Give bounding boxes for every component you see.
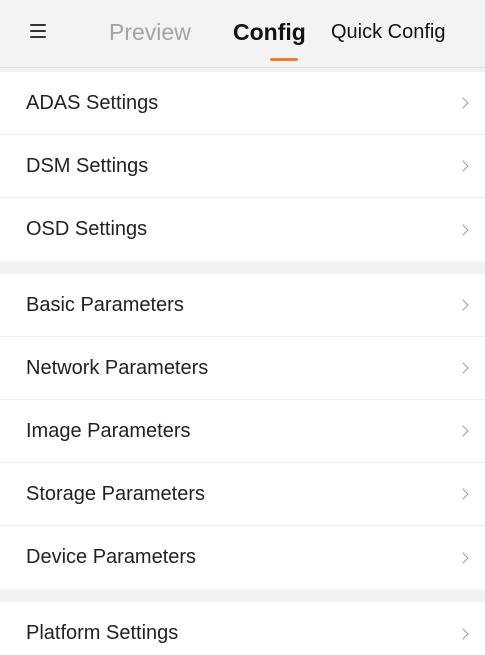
menu-item-image-parameters[interactable]: Image Parameters	[0, 400, 485, 463]
top-bar: Preview Config Quick Config	[0, 0, 485, 68]
menu-item-label: Image Parameters	[26, 419, 191, 442]
menu-item-label: Storage Parameters	[26, 482, 205, 505]
menu-item-platform-settings[interactable]: Platform Settings	[0, 602, 485, 655]
section-divider	[0, 261, 485, 274]
chevron-right-icon	[457, 223, 469, 236]
menu-item-label: OSD Settings	[26, 218, 148, 240]
tab-quick-config[interactable]: Quick Config	[331, 18, 446, 46]
hamburger-menu-icon[interactable]	[30, 24, 46, 38]
chevron-right-icon	[457, 488, 469, 500]
settings-group-platform: Platform Settings	[0, 602, 485, 655]
chevron-right-icon	[457, 551, 469, 564]
settings-group-sensors: ADAS Settings DSM Settings OSD Settings	[0, 72, 485, 261]
chevron-right-icon	[457, 97, 469, 109]
tab-config[interactable]: Config	[233, 18, 306, 46]
menu-item-label: DSM Settings	[26, 154, 149, 177]
active-tab-indicator	[270, 58, 298, 61]
tab-preview[interactable]: Preview	[109, 18, 191, 46]
chevron-right-icon	[457, 299, 469, 311]
menu-item-label: Network Parameters	[26, 356, 209, 379]
menu-item-device-parameters[interactable]: Device Parameters	[0, 526, 485, 589]
menu-item-osd-settings[interactable]: OSD Settings	[0, 198, 485, 261]
chevron-right-icon	[457, 627, 469, 640]
chevron-right-icon	[457, 160, 469, 172]
menu-item-network-parameters[interactable]: Network Parameters	[0, 337, 485, 400]
menu-item-storage-parameters[interactable]: Storage Parameters	[0, 463, 485, 526]
menu-item-adas-settings[interactable]: ADAS Settings	[0, 72, 485, 135]
menu-item-label: ADAS Settings	[26, 91, 159, 114]
menu-item-basic-parameters[interactable]: Basic Parameters	[0, 274, 485, 337]
chevron-right-icon	[457, 425, 469, 437]
menu-item-label: Device Parameters	[26, 546, 197, 568]
menu-item-label: Basic Parameters	[26, 293, 184, 316]
section-divider	[0, 589, 485, 602]
settings-group-parameters: Basic Parameters Network Parameters Imag…	[0, 274, 485, 589]
menu-item-dsm-settings[interactable]: DSM Settings	[0, 135, 485, 198]
chevron-right-icon	[457, 362, 469, 374]
menu-item-label: Platform Settings	[26, 622, 179, 644]
